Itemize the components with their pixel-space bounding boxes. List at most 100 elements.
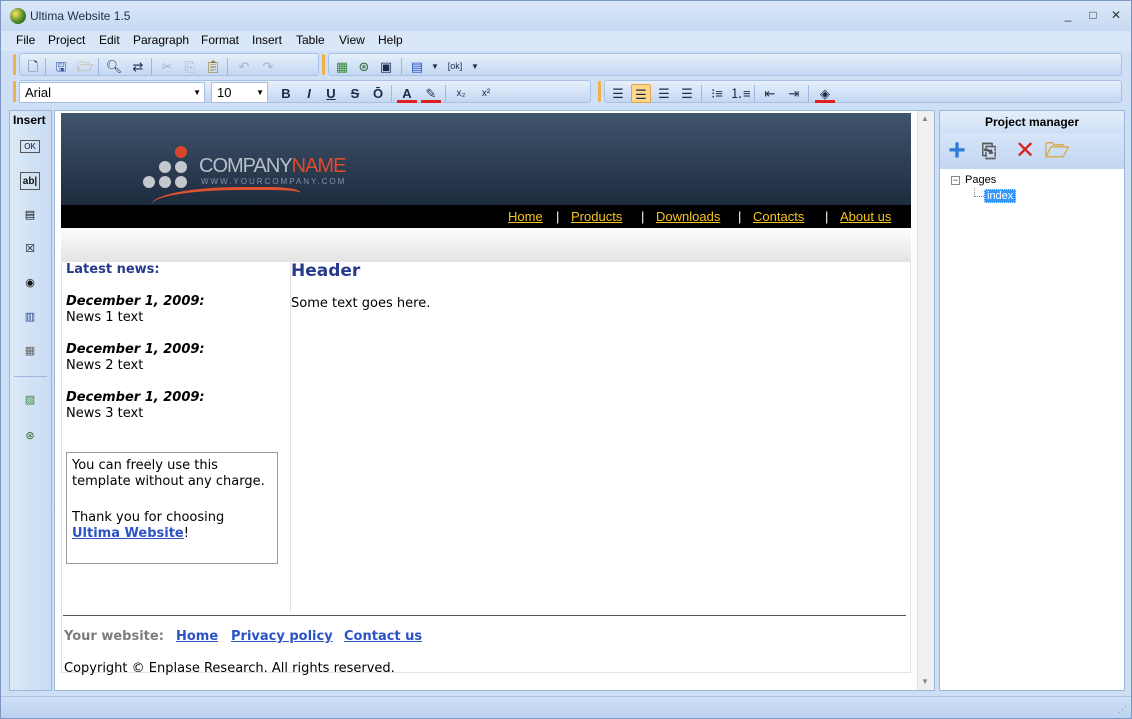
editor-scrollbar[interactable]: ▲ ▼: [917, 111, 934, 690]
insert-image-icon[interactable]: ▦: [332, 57, 352, 76]
app-window: Ultima Website 1.5 _ □ ✕ File Project Ed…: [0, 0, 1132, 719]
ultima-website-link[interactable]: Ultima Website: [72, 526, 184, 541]
background-fill-icon[interactable]: ◈: [815, 84, 835, 103]
chevron-down-icon: ▼: [193, 88, 201, 97]
maximize-button[interactable]: □: [1084, 7, 1102, 23]
insert-button-control-icon[interactable]: OK: [20, 140, 40, 153]
toolbar-grip[interactable]: [13, 81, 16, 102]
insert-radio-icon[interactable]: ◉: [20, 274, 40, 292]
outdent-icon[interactable]: ⇤: [760, 84, 780, 103]
redo-icon[interactable]: ↷: [258, 57, 278, 76]
notice-suffix: !: [183, 526, 189, 541]
font-toolbar: Arial ▼ 10 ▼ B I U S Ō A ✎ x₂ x²: [19, 80, 591, 103]
insert-textfield-icon[interactable]: ab|: [20, 172, 40, 190]
underline-button[interactable]: U: [321, 84, 341, 103]
menu-table[interactable]: Table: [296, 33, 325, 47]
numbered-list-icon[interactable]: ⒈≡: [730, 84, 751, 103]
menu-file[interactable]: File: [16, 33, 35, 47]
highlight-color-icon[interactable]: ✎: [421, 84, 441, 103]
new-file-icon[interactable]: 🗋: [23, 57, 43, 76]
footer-link-contact[interactable]: Contact us: [344, 629, 422, 644]
table-dropdown-icon[interactable]: ▼: [425, 57, 445, 76]
logo-dot: [175, 161, 187, 173]
tree-node-pages[interactable]: Pages: [965, 174, 996, 186]
insert-button-icon[interactable]: [ok]: [445, 57, 465, 76]
font-color-button[interactable]: A: [397, 84, 417, 103]
menu-edit[interactable]: Edit: [99, 33, 120, 47]
insert-form-icon[interactable]: ▦: [20, 342, 40, 360]
align-right-icon[interactable]: ☰: [654, 84, 674, 103]
duplicate-page-icon[interactable]: ⎘: [976, 138, 1002, 164]
toolbar-grip[interactable]: [13, 54, 16, 75]
toolbar-separator: [227, 58, 228, 75]
undo-icon[interactable]: ↶: [234, 57, 254, 76]
insert-listbox-icon[interactable]: ▥: [20, 308, 40, 326]
open-folder-icon[interactable]: 🗁: [1044, 138, 1070, 164]
strikethrough-button[interactable]: S: [345, 84, 365, 103]
nav-link-about[interactable]: About us: [840, 209, 891, 224]
editor-canvas[interactable]: COMPANYNAME WWW.YOURCOMPANY.COM Home | P…: [54, 110, 935, 691]
minimize-button[interactable]: _: [1059, 7, 1077, 23]
insert-textarea-icon[interactable]: ▤: [20, 206, 40, 224]
insert-special-icon[interactable]: ▣: [376, 57, 396, 76]
close-button[interactable]: ✕: [1107, 7, 1125, 23]
insert-image-icon[interactable]: ▨: [20, 391, 40, 409]
save-icon[interactable]: 🖫: [51, 57, 71, 76]
nav-separator: |: [556, 209, 560, 224]
toolbar-grip[interactable]: [598, 81, 601, 102]
toolbar-grip[interactable]: [322, 54, 325, 75]
footer-link-privacy[interactable]: Privacy policy: [231, 629, 333, 644]
insert-hyperlink-icon[interactable]: ⊛: [20, 427, 40, 445]
italic-button[interactable]: I: [299, 84, 319, 103]
paste-icon[interactable]: 📋︎: [203, 57, 223, 76]
nav-link-products[interactable]: Products: [571, 209, 622, 224]
resize-grip-icon[interactable]: ⋰: [1118, 704, 1127, 715]
form-dropdown-icon[interactable]: ▼: [465, 57, 485, 76]
menu-view[interactable]: View: [339, 33, 365, 47]
chevron-down-icon: ▼: [256, 88, 264, 97]
menu-paragraph[interactable]: Paragraph: [133, 33, 189, 47]
notice-thanks: Thank you for choosing: [72, 510, 225, 525]
scroll-down-icon[interactable]: ▼: [921, 677, 929, 686]
align-justify-icon[interactable]: ☰: [677, 84, 697, 103]
project-manager-title: Project manager: [940, 111, 1124, 133]
project-manager-panel: Project manager + ⎘ ✕ 🗁 − Pages index: [939, 110, 1125, 691]
menu-project[interactable]: Project: [48, 33, 85, 47]
add-page-icon[interactable]: +: [944, 136, 970, 166]
nav-link-home[interactable]: Home: [508, 209, 543, 224]
insert-link-icon[interactable]: ⊛: [354, 57, 374, 76]
insert-checkbox-icon[interactable]: ☒: [20, 240, 40, 258]
menu-insert[interactable]: Insert: [252, 33, 282, 47]
align-left-icon[interactable]: ☰: [608, 84, 628, 103]
bold-button[interactable]: B: [276, 84, 296, 103]
find-icon[interactable]: 🔍︎: [104, 57, 124, 76]
superscript-button[interactable]: x²: [476, 84, 496, 103]
menu-format[interactable]: Format: [201, 33, 239, 47]
footer-link-home[interactable]: Home: [176, 629, 218, 644]
copy-icon[interactable]: ⎘: [180, 57, 200, 76]
delete-page-icon[interactable]: ✕: [1012, 138, 1038, 164]
indent-icon[interactable]: ⇥: [784, 84, 804, 103]
tree-node-index[interactable]: index: [984, 189, 1017, 203]
replace-icon[interactable]: ⇄: [128, 57, 148, 76]
toolbar-separator: [45, 58, 46, 75]
column-divider: [290, 261, 291, 613]
font-size-select[interactable]: 10 ▼: [211, 82, 268, 103]
font-family-select[interactable]: Arial ▼: [19, 82, 205, 103]
nav-link-contacts[interactable]: Contacts: [753, 209, 804, 224]
logo-company: COMPANY: [199, 155, 293, 177]
insert-table-icon[interactable]: ▤: [407, 57, 427, 76]
insert-panel: Insert OK ab| ▤ ☒ ◉ ▥ ▦ ▨ ⊛: [9, 110, 52, 691]
tree-collapse-icon[interactable]: −: [951, 176, 960, 185]
bullet-list-icon[interactable]: ⁝≡: [707, 84, 727, 103]
overline-button[interactable]: Ō: [368, 84, 388, 103]
menu-help[interactable]: Help: [378, 33, 403, 47]
cut-icon[interactable]: ✂: [157, 57, 177, 76]
subscript-button[interactable]: x₂: [451, 84, 471, 103]
open-folder-icon[interactable]: 🗁: [75, 57, 95, 76]
news-text: News 3 text: [66, 406, 144, 421]
logo-dot: [175, 146, 187, 158]
align-center-icon[interactable]: ☰: [631, 84, 651, 103]
scroll-up-icon[interactable]: ▲: [921, 114, 929, 123]
nav-link-downloads[interactable]: Downloads: [656, 209, 720, 224]
